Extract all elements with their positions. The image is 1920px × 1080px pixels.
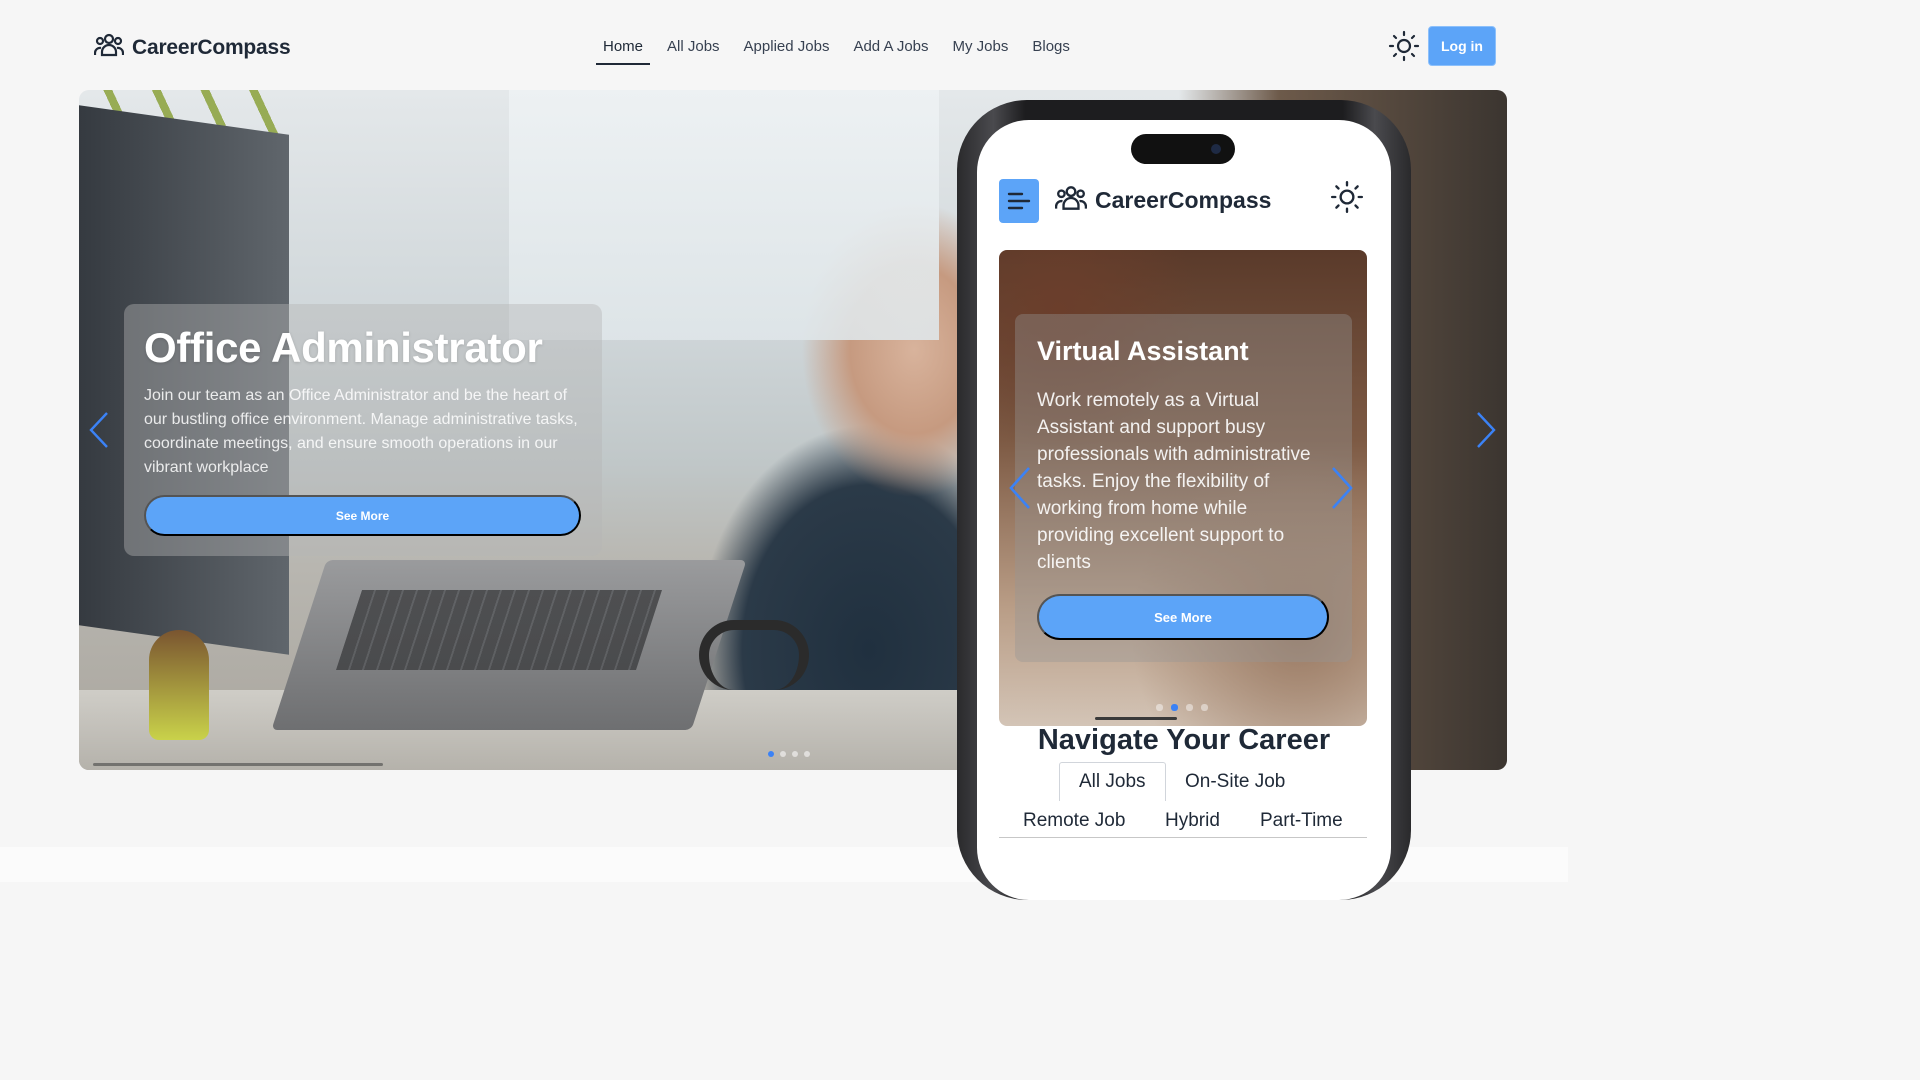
hero-slide-title: Office Administrator [144,324,543,371]
hamburger-icon[interactable] [999,179,1039,223]
phone-brand-name: CareerCompass [1095,187,1272,213]
phone-dot-3[interactable] [1186,704,1193,711]
tab-on-site-job[interactable]: On-Site Job [1185,771,1285,793]
hero-dot-4[interactable] [804,751,810,757]
login-button[interactable]: Log in [1428,26,1496,66]
hero-background-figurine [149,630,209,740]
nav-my-jobs[interactable]: My Jobs [946,34,1016,65]
hero-slide-description: Join our team as an Office Administrator… [144,387,578,476]
phone-slide-card: Virtual Assistant Work remotely as a Vir… [1015,314,1352,662]
brand-name: CareerCompass [132,35,291,59]
phone-slide-title: Virtual Assistant [1037,336,1249,366]
hero-autoplay-progress [93,763,383,766]
sun-icon[interactable] [1330,180,1364,214]
chevron-left-icon[interactable] [1007,465,1033,511]
phone-see-more-button[interactable]: See More [1037,594,1329,640]
phone-slider-pagination [1156,704,1208,711]
tab-remote-job[interactable]: Remote Job [1023,810,1125,832]
users-group-icon [1054,184,1088,217]
phone-section-heading: Navigate Your Career [1037,724,1331,756]
brand-logo[interactable]: CareerCompass [93,32,291,63]
phone-dot-2[interactable] [1171,704,1178,711]
tab-all-jobs[interactable]: All Jobs [1059,762,1166,801]
nav-all-jobs[interactable]: All Jobs [660,34,727,65]
tab-hybrid[interactable]: Hybrid [1165,810,1220,832]
users-group-icon [93,32,125,63]
hero-background-headphones [699,620,809,690]
phone-screen: CareerCompass Virtual Assistant Work rem… [977,120,1391,900]
hero-dot-3[interactable] [792,751,798,757]
camera-icon [1211,144,1221,154]
main-nav: Home All Jobs Applied Jobs Add A Jobs My… [596,34,1087,65]
chevron-right-icon[interactable] [1329,465,1355,511]
phone-slide-description: Work remotely as a Virtual Assistant and… [1037,390,1311,573]
hero-slide-card: Office Administrator Join our team as an… [124,304,602,556]
nav-home[interactable]: Home [596,34,651,65]
hero-see-more-button[interactable]: See More [144,495,581,536]
hero-background-keyboard [336,590,662,670]
hero-dot-2[interactable] [780,751,786,757]
phone-job-slider: Virtual Assistant Work remotely as a Vir… [999,250,1367,726]
chevron-right-icon[interactable] [1474,410,1498,450]
nav-blogs[interactable]: Blogs [1025,34,1077,65]
chevron-left-icon[interactable] [87,410,111,450]
site-header: CareerCompass Home All Jobs Applied Jobs… [0,0,1568,90]
phone-autoplay-progress [1095,717,1177,720]
hero-dot-1[interactable] [768,751,774,757]
nav-applied-jobs[interactable]: Applied Jobs [737,34,837,65]
sun-icon[interactable] [1388,30,1420,62]
phone-dot-4[interactable] [1201,704,1208,711]
nav-add-a-jobs[interactable]: Add A Jobs [846,34,935,65]
phone-dynamic-island [1131,134,1235,164]
phone-job-tabs: All Jobs On-Site Job Remote Job Hybrid P… [999,762,1367,838]
hero-pagination [768,751,810,757]
phone-brand-logo[interactable]: CareerCompass [1054,184,1272,217]
tab-part-time[interactable]: Part-Time [1260,810,1343,832]
hero-background-window [509,90,939,340]
phone-dot-1[interactable] [1156,704,1163,711]
phone-mockup: CareerCompass Virtual Assistant Work rem… [957,100,1411,900]
